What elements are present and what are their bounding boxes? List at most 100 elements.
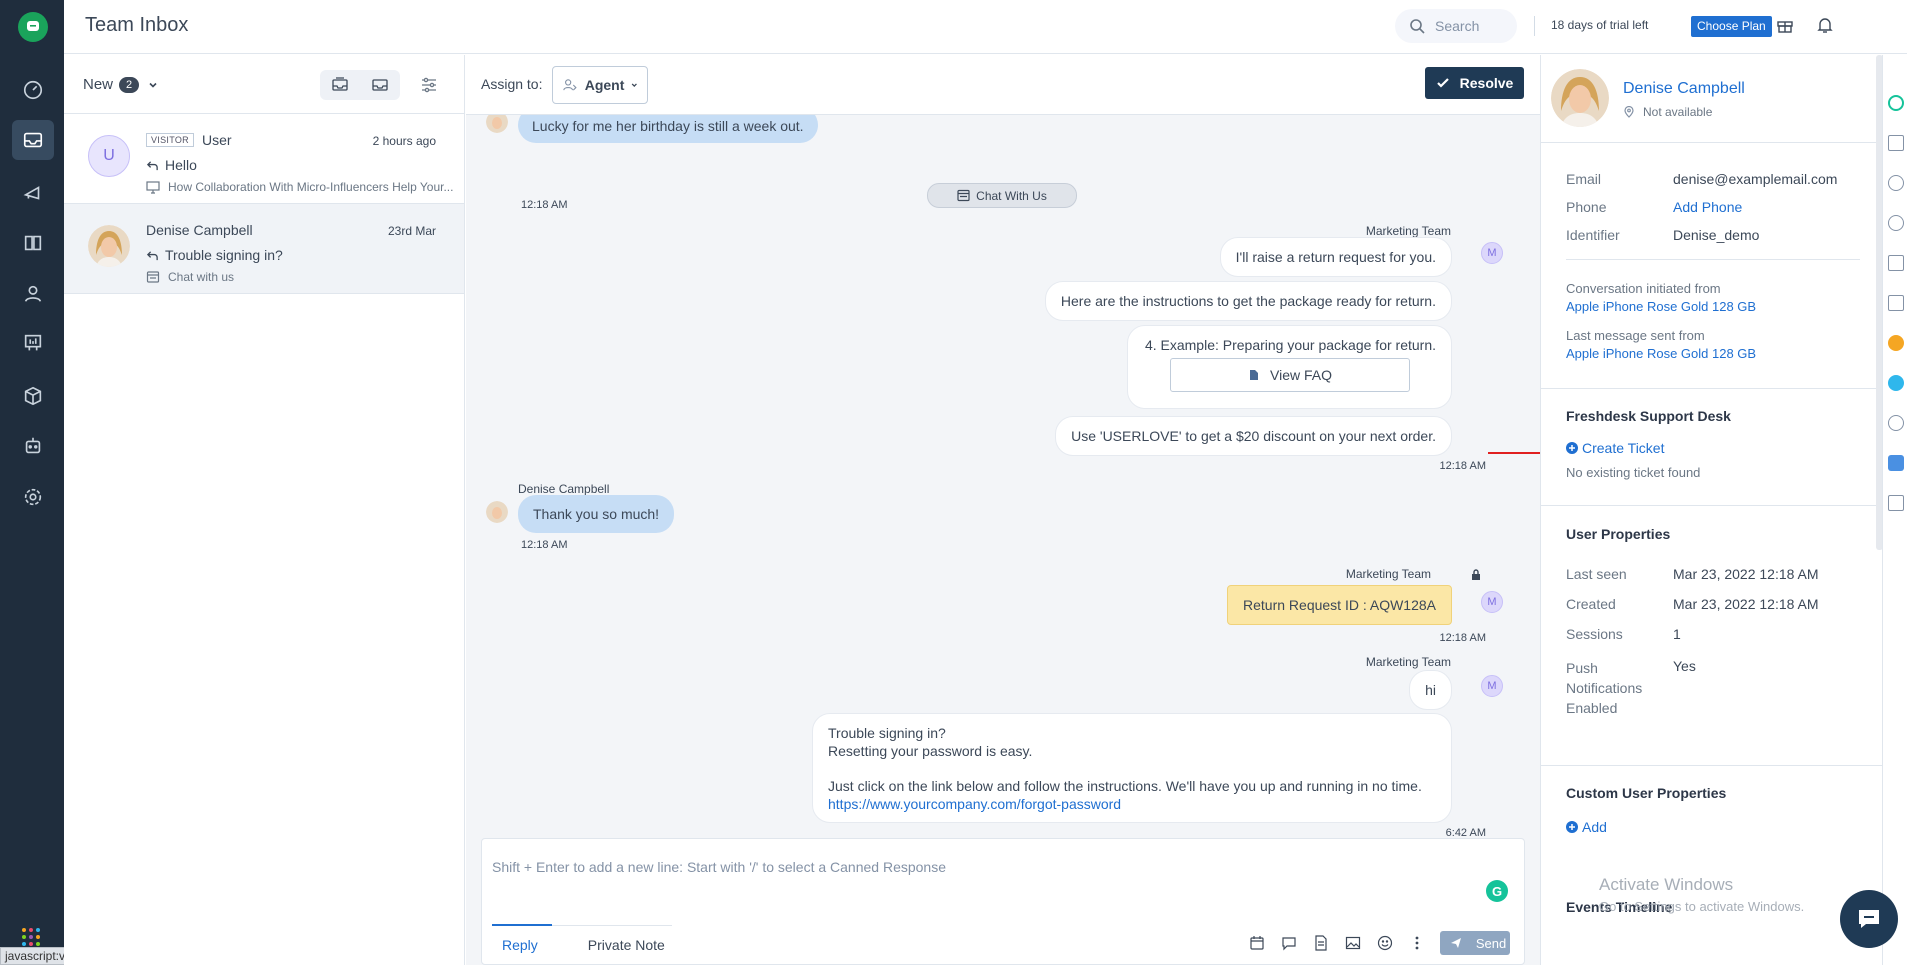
apps-sidebar [1882,55,1907,965]
no-ticket-text: No existing ticket found [1566,465,1701,480]
search-icon [1410,19,1425,34]
send-label: Send [1475,935,1507,951]
message-time: 12:18 AM [1439,632,1486,644]
create-ticket-label: Create Ticket [1582,440,1665,456]
status-filter-dropdown[interactable]: New 2 [83,76,159,93]
message-thread: Lucky for me her birthday is still a wee… [466,115,1540,890]
location-pin-icon [1624,106,1634,118]
knowledge-base-icon[interactable] [18,228,48,258]
conversation-time: 23rd Mar [387,224,436,238]
grid-app-icon[interactable] [1888,295,1904,311]
freshdesk-section-title: Freshdesk Support Desk [1566,408,1731,424]
conversation-source: Chat with us [146,270,456,284]
bots-icon[interactable] [18,431,48,461]
conversation-time: 2 hours ago [372,134,436,148]
property-value: Mar 23, 2022 12:18 AM [1673,596,1819,612]
private-note-message: Return Request ID : AQW128A [1227,585,1452,625]
push-label-line: Enabled [1566,700,1618,716]
conversation-item[interactable]: U VISITOR User 2 hours ago Hello How Col… [64,114,464,204]
lock-icon [1472,569,1480,580]
message-line: Trouble signing in? [828,725,946,741]
filter-sliders-icon[interactable] [420,76,438,94]
message-line: Just click on the link below and follow … [828,778,1422,794]
faq-document-icon[interactable] [1312,934,1330,952]
add-phone-link[interactable]: Add Phone [1673,199,1742,215]
chrome-app-icon[interactable] [1888,415,1904,431]
campaigns-icon[interactable] [18,178,48,208]
sender-name: Marketing Team [1365,655,1451,669]
sender-name: Marketing Team [1365,224,1451,238]
reply-editor[interactable]: Shift + Enter to add a new line: Start w… [481,838,1525,965]
list-view-icon[interactable] [331,76,349,94]
source-text: How Collaboration With Micro-Influencers… [168,180,454,194]
user-settings-app-icon[interactable] [1888,175,1904,191]
chat-header: Assign to: Agent Resolve [466,55,1540,115]
contact-header: Denise Campbell Not available [1541,55,1882,143]
canned-response-icon[interactable] [1280,934,1298,952]
grammarly-icon[interactable]: G [1486,880,1508,902]
outgoing-message: Here are the instructions to get the pac… [1044,281,1452,321]
image-icon[interactable] [1344,934,1362,952]
integrations-icon[interactable] [18,381,48,411]
conversation-item[interactable]: Denise Campbell 23rd Mar Trouble signing… [64,204,464,294]
app-logo-icon[interactable] [18,12,48,42]
sliders-app-icon[interactable] [1888,495,1904,511]
team-app-icon[interactable] [1888,215,1904,231]
tab-private-note[interactable]: Private Note [578,925,675,965]
calendar-icon[interactable] [1248,934,1266,952]
headset-app-icon[interactable] [1888,95,1904,111]
chat-app-icon[interactable] [1888,455,1904,471]
reply-icon [146,250,158,260]
app-root: javascript:void(0); Team Inbox Search 18… [0,0,1907,965]
reply-input[interactable]: Shift + Enter to add a new line: Start w… [492,859,946,875]
emoji-icon[interactable] [1376,934,1394,952]
view-faq-button[interactable]: View FAQ [1170,358,1410,392]
contact-details-panel: Denise Campbell Not available Email deni… [1540,55,1883,965]
source-text: Chat with us [168,270,235,284]
sender-name: Denise Campbell [518,482,610,496]
chat-widget-button[interactable] [1840,890,1898,948]
inbox-icon[interactable] [12,120,54,160]
avatar [88,225,130,267]
trial-days-text: 18 days of trial left [1551,18,1649,32]
page-title: Team Inbox [85,14,189,36]
settings-gear-icon[interactable] [18,482,48,512]
push-label-line: Notifications [1566,680,1643,696]
add-property-button[interactable]: Add [1566,819,1607,835]
reports-icon[interactable] [18,328,48,358]
conversation-list: New 2 U VISITOR User 2 hours ago Hello H… [64,55,465,965]
email-value[interactable]: denise@examplemail.com [1673,171,1837,187]
last-message-label: Last message sent from [1566,328,1705,343]
send-button[interactable]: Send [1440,931,1510,955]
conversation-initiated-link[interactable]: Apple iPhone Rose Gold 128 GB [1566,299,1756,314]
bolt-app-icon[interactable] [1888,335,1904,351]
tab-reply[interactable]: Reply [492,924,552,965]
property-value: Mar 23, 2022 12:18 AM [1673,566,1819,582]
send-icon [1451,938,1461,948]
forgot-password-link[interactable]: https://www.yourcompany.com/forgot-passw… [828,795,1436,813]
last-message-link[interactable]: Apple iPhone Rose Gold 128 GB [1566,346,1756,361]
reply-tabs: Reply Private Note [492,924,705,965]
inbox-view-icon[interactable] [371,76,389,94]
contact-name[interactable]: Denise Campbell [1623,80,1745,98]
search-input[interactable]: Search [1395,9,1517,43]
choose-plan-button[interactable]: Choose Plan [1691,16,1772,37]
resolve-button[interactable]: Resolve [1425,67,1524,99]
contact-avatar [1551,69,1609,127]
notification-bell-icon[interactable] [1814,14,1836,36]
contacts-icon[interactable] [18,279,48,309]
gift-icon[interactable] [1774,14,1796,36]
create-ticket-button[interactable]: Create Ticket [1566,440,1664,456]
agent-mini-avatar: M [1481,591,1503,613]
dashboard-icon[interactable] [18,75,48,105]
identifier-label: Identifier [1566,227,1620,243]
desktop-app-icon[interactable] [1888,255,1904,271]
last-message-text: Trouble signing in? [165,247,283,263]
windows-watermark-subtitle: Go to Settings to activate Windows. [1599,899,1805,914]
assign-agent-dropdown[interactable]: Agent [552,66,648,104]
apps-grid-icon[interactable] [22,928,40,946]
analytics-app-icon[interactable] [1888,135,1904,151]
inbox-view-toggle[interactable] [320,70,400,100]
flash-app-icon[interactable] [1888,375,1904,391]
more-options-icon[interactable] [1408,934,1426,952]
